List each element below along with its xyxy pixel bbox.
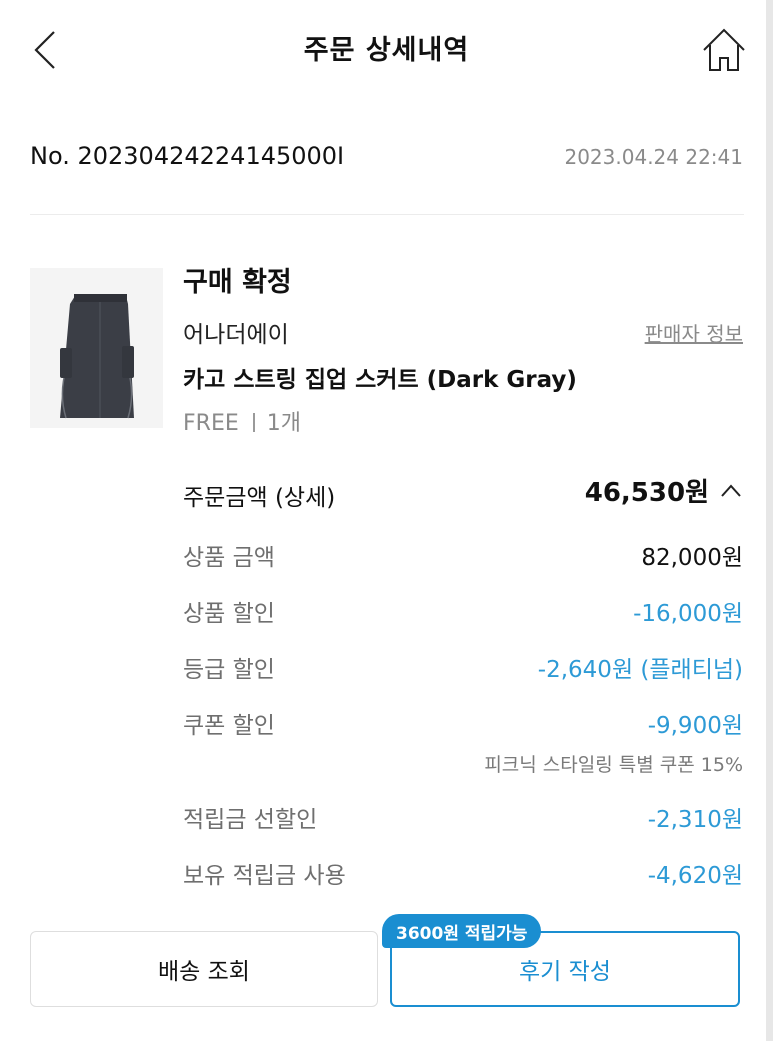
- coupon-name: 피크닉 스타일링 특별 쿠폰 15%: [484, 754, 743, 776]
- order-number: No. 20230424224145000I: [30, 142, 345, 170]
- coupon-discount-value: -9,900원: [647, 713, 743, 739]
- product-discount-label: 상품 할인: [183, 601, 275, 627]
- skirt-image: [30, 268, 163, 428]
- product-thumbnail[interactable]: [30, 268, 163, 428]
- order-amount-value: 46,530원: [584, 478, 709, 508]
- option-separator: [252, 413, 255, 432]
- app-header: 주문 상세내역: [0, 0, 773, 100]
- points-used-label: 보유 적립금 사용: [183, 863, 346, 889]
- points-prediscount-value: -2,310원: [647, 807, 743, 833]
- chevron-up-icon: [721, 484, 741, 497]
- brand-name[interactable]: 어나더에이: [183, 315, 289, 349]
- order-amount-toggle[interactable]: 46,530원: [585, 472, 743, 509]
- order-status: 구매 확정: [183, 267, 292, 298]
- divider: [30, 214, 744, 215]
- product-price-value: 82,000원: [641, 545, 743, 571]
- seller-info-link[interactable]: 판매자 정보: [645, 318, 743, 347]
- product-price-label: 상품 금액: [183, 545, 275, 571]
- option-size: FREE: [183, 411, 239, 436]
- product-discount-value: -16,000원: [633, 601, 743, 627]
- points-prediscount-label: 적립금 선할인: [183, 807, 318, 833]
- product-name[interactable]: 카고 스트링 집업 스커트 (Dark Gray): [183, 360, 577, 394]
- page-title: 주문 상세내역: [303, 35, 470, 66]
- home-icon: [703, 28, 745, 71]
- grade-discount-value: -2,640원 (플래티넘): [537, 657, 743, 683]
- track-shipping-button[interactable]: 배송 조회: [30, 931, 378, 1007]
- review-points-badge: 3600원 적립가능: [382, 914, 542, 948]
- product-option: FREE 1개: [183, 405, 301, 437]
- points-used-value: -4,620원: [647, 863, 743, 889]
- coupon-discount-label: 쿠폰 할인: [183, 713, 275, 739]
- order-amount-label: 주문금액 (상세): [183, 485, 336, 511]
- scrollbar[interactable]: [766, 0, 773, 1041]
- home-button[interactable]: [700, 26, 748, 74]
- order-date: 2023.04.24 22:41: [564, 145, 743, 169]
- grade-discount-label: 등급 할인: [183, 657, 275, 683]
- option-quantity: 1개: [266, 411, 301, 436]
